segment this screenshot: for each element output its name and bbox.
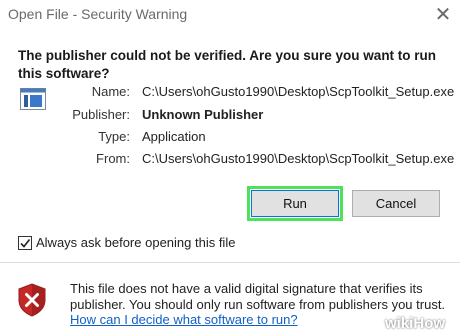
- window-title: Open File - Security Warning: [8, 6, 188, 22]
- title-bar: Open File - Security Warning ✕: [0, 0, 460, 31]
- watermark-prefix: wiki: [385, 315, 414, 332]
- decide-software-link[interactable]: How can I decide what software to run?: [70, 312, 298, 327]
- warning-heading: The publisher could not be verified. Are…: [18, 48, 437, 81]
- divider: [0, 262, 460, 263]
- cancel-button[interactable]: Cancel: [352, 190, 440, 217]
- close-icon[interactable]: ✕: [432, 4, 454, 26]
- run-button[interactable]: Run: [247, 186, 343, 221]
- warning-text: This file does not have a valid digital …: [70, 281, 446, 312]
- security-shield-icon: [18, 283, 46, 317]
- name-label: Name:: [91, 84, 130, 99]
- name-value: C:\Users\ohGusto1990\Desktop\ScpToolkit_…: [142, 84, 455, 99]
- type-value: Application: [142, 129, 206, 144]
- watermark: wikiHow: [385, 315, 445, 332]
- from-value: C:\Users\ohGusto1990\Desktop\ScpToolkit_…: [142, 151, 455, 166]
- from-label: From:: [96, 151, 130, 166]
- publisher-value: Unknown Publisher: [142, 107, 264, 122]
- type-label: Type:: [98, 129, 130, 144]
- application-file-icon: [20, 88, 46, 110]
- always-ask-label[interactable]: Always ask before opening this file: [36, 235, 235, 250]
- publisher-label: Publisher:: [72, 107, 130, 122]
- always-ask-row: Always ask before opening this file: [18, 235, 235, 250]
- checkmark-icon: [20, 238, 31, 248]
- watermark-suffix: How: [413, 315, 446, 332]
- always-ask-checkbox[interactable]: [18, 235, 32, 250]
